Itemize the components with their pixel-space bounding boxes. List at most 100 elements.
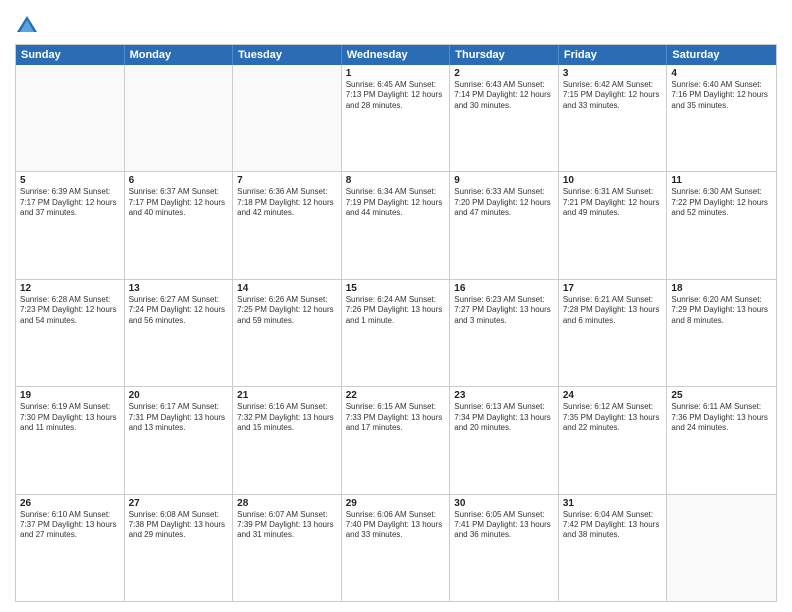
day-info: Sunrise: 6:16 AM Sunset: 7:32 PM Dayligh… [237, 402, 337, 433]
calendar-day-cell: 25Sunrise: 6:11 AM Sunset: 7:36 PM Dayli… [667, 387, 776, 493]
calendar-day-cell: 2Sunrise: 6:43 AM Sunset: 7:14 PM Daylig… [450, 65, 559, 171]
day-info: Sunrise: 6:05 AM Sunset: 7:41 PM Dayligh… [454, 510, 554, 541]
page: SundayMondayTuesdayWednesdayThursdayFrid… [0, 0, 792, 612]
day-number: 11 [671, 175, 772, 186]
day-number: 19 [20, 390, 120, 401]
calendar-day-cell: 9Sunrise: 6:33 AM Sunset: 7:20 PM Daylig… [450, 172, 559, 278]
logo-icon [15, 14, 39, 38]
calendar-day-cell: 1Sunrise: 6:45 AM Sunset: 7:13 PM Daylig… [342, 65, 451, 171]
day-info: Sunrise: 6:13 AM Sunset: 7:34 PM Dayligh… [454, 402, 554, 433]
day-number: 8 [346, 175, 446, 186]
day-info: Sunrise: 6:06 AM Sunset: 7:40 PM Dayligh… [346, 510, 446, 541]
day-info: Sunrise: 6:04 AM Sunset: 7:42 PM Dayligh… [563, 510, 663, 541]
day-info: Sunrise: 6:23 AM Sunset: 7:27 PM Dayligh… [454, 295, 554, 326]
day-info: Sunrise: 6:43 AM Sunset: 7:14 PM Dayligh… [454, 80, 554, 111]
day-info: Sunrise: 6:28 AM Sunset: 7:23 PM Dayligh… [20, 295, 120, 326]
day-info: Sunrise: 6:45 AM Sunset: 7:13 PM Dayligh… [346, 80, 446, 111]
day-info: Sunrise: 6:33 AM Sunset: 7:20 PM Dayligh… [454, 187, 554, 218]
calendar-day-cell: 19Sunrise: 6:19 AM Sunset: 7:30 PM Dayli… [16, 387, 125, 493]
day-number: 21 [237, 390, 337, 401]
calendar-day-cell: 31Sunrise: 6:04 AM Sunset: 7:42 PM Dayli… [559, 495, 668, 601]
day-info: Sunrise: 6:10 AM Sunset: 7:37 PM Dayligh… [20, 510, 120, 541]
day-number: 26 [20, 498, 120, 509]
day-number: 4 [671, 68, 772, 79]
calendar-header: SundayMondayTuesdayWednesdayThursdayFrid… [16, 45, 776, 65]
day-info: Sunrise: 6:34 AM Sunset: 7:19 PM Dayligh… [346, 187, 446, 218]
day-number: 7 [237, 175, 337, 186]
calendar-week-row: 5Sunrise: 6:39 AM Sunset: 7:17 PM Daylig… [16, 171, 776, 278]
day-number: 18 [671, 283, 772, 294]
day-info: Sunrise: 6:31 AM Sunset: 7:21 PM Dayligh… [563, 187, 663, 218]
day-number: 20 [129, 390, 229, 401]
day-number: 15 [346, 283, 446, 294]
calendar-day-cell [16, 65, 125, 171]
weekday-header: Friday [559, 45, 668, 65]
calendar-day-cell: 18Sunrise: 6:20 AM Sunset: 7:29 PM Dayli… [667, 280, 776, 386]
day-number: 25 [671, 390, 772, 401]
calendar-day-cell: 4Sunrise: 6:40 AM Sunset: 7:16 PM Daylig… [667, 65, 776, 171]
calendar-day-cell: 23Sunrise: 6:13 AM Sunset: 7:34 PM Dayli… [450, 387, 559, 493]
calendar-day-cell: 8Sunrise: 6:34 AM Sunset: 7:19 PM Daylig… [342, 172, 451, 278]
day-number: 13 [129, 283, 229, 294]
calendar-day-cell [125, 65, 234, 171]
calendar: SundayMondayTuesdayWednesdayThursdayFrid… [15, 44, 777, 602]
day-info: Sunrise: 6:07 AM Sunset: 7:39 PM Dayligh… [237, 510, 337, 541]
logo [15, 14, 41, 38]
day-number: 9 [454, 175, 554, 186]
calendar-day-cell: 28Sunrise: 6:07 AM Sunset: 7:39 PM Dayli… [233, 495, 342, 601]
day-info: Sunrise: 6:36 AM Sunset: 7:18 PM Dayligh… [237, 187, 337, 218]
day-info: Sunrise: 6:39 AM Sunset: 7:17 PM Dayligh… [20, 187, 120, 218]
day-number: 6 [129, 175, 229, 186]
calendar-day-cell: 22Sunrise: 6:15 AM Sunset: 7:33 PM Dayli… [342, 387, 451, 493]
day-info: Sunrise: 6:42 AM Sunset: 7:15 PM Dayligh… [563, 80, 663, 111]
day-info: Sunrise: 6:08 AM Sunset: 7:38 PM Dayligh… [129, 510, 229, 541]
weekday-header: Monday [125, 45, 234, 65]
day-number: 3 [563, 68, 663, 79]
day-number: 28 [237, 498, 337, 509]
calendar-day-cell: 11Sunrise: 6:30 AM Sunset: 7:22 PM Dayli… [667, 172, 776, 278]
day-number: 31 [563, 498, 663, 509]
day-info: Sunrise: 6:15 AM Sunset: 7:33 PM Dayligh… [346, 402, 446, 433]
day-info: Sunrise: 6:27 AM Sunset: 7:24 PM Dayligh… [129, 295, 229, 326]
calendar-day-cell: 29Sunrise: 6:06 AM Sunset: 7:40 PM Dayli… [342, 495, 451, 601]
calendar-week-row: 1Sunrise: 6:45 AM Sunset: 7:13 PM Daylig… [16, 65, 776, 171]
day-info: Sunrise: 6:24 AM Sunset: 7:26 PM Dayligh… [346, 295, 446, 326]
day-number: 5 [20, 175, 120, 186]
calendar-day-cell: 16Sunrise: 6:23 AM Sunset: 7:27 PM Dayli… [450, 280, 559, 386]
day-info: Sunrise: 6:26 AM Sunset: 7:25 PM Dayligh… [237, 295, 337, 326]
day-number: 24 [563, 390, 663, 401]
day-info: Sunrise: 6:21 AM Sunset: 7:28 PM Dayligh… [563, 295, 663, 326]
calendar-day-cell: 14Sunrise: 6:26 AM Sunset: 7:25 PM Dayli… [233, 280, 342, 386]
day-number: 29 [346, 498, 446, 509]
weekday-header: Saturday [667, 45, 776, 65]
calendar-day-cell: 30Sunrise: 6:05 AM Sunset: 7:41 PM Dayli… [450, 495, 559, 601]
day-number: 10 [563, 175, 663, 186]
calendar-day-cell [667, 495, 776, 601]
calendar-week-row: 12Sunrise: 6:28 AM Sunset: 7:23 PM Dayli… [16, 279, 776, 386]
calendar-week-row: 26Sunrise: 6:10 AM Sunset: 7:37 PM Dayli… [16, 494, 776, 601]
day-number: 23 [454, 390, 554, 401]
day-info: Sunrise: 6:40 AM Sunset: 7:16 PM Dayligh… [671, 80, 772, 111]
calendar-day-cell: 3Sunrise: 6:42 AM Sunset: 7:15 PM Daylig… [559, 65, 668, 171]
day-info: Sunrise: 6:19 AM Sunset: 7:30 PM Dayligh… [20, 402, 120, 433]
calendar-day-cell: 26Sunrise: 6:10 AM Sunset: 7:37 PM Dayli… [16, 495, 125, 601]
calendar-day-cell: 20Sunrise: 6:17 AM Sunset: 7:31 PM Dayli… [125, 387, 234, 493]
calendar-day-cell: 21Sunrise: 6:16 AM Sunset: 7:32 PM Dayli… [233, 387, 342, 493]
weekday-header: Wednesday [342, 45, 451, 65]
day-number: 1 [346, 68, 446, 79]
day-info: Sunrise: 6:37 AM Sunset: 7:17 PM Dayligh… [129, 187, 229, 218]
weekday-header: Tuesday [233, 45, 342, 65]
day-number: 22 [346, 390, 446, 401]
day-info: Sunrise: 6:20 AM Sunset: 7:29 PM Dayligh… [671, 295, 772, 326]
calendar-day-cell: 15Sunrise: 6:24 AM Sunset: 7:26 PM Dayli… [342, 280, 451, 386]
day-number: 12 [20, 283, 120, 294]
calendar-week-row: 19Sunrise: 6:19 AM Sunset: 7:30 PM Dayli… [16, 386, 776, 493]
calendar-day-cell: 7Sunrise: 6:36 AM Sunset: 7:18 PM Daylig… [233, 172, 342, 278]
weekday-header: Thursday [450, 45, 559, 65]
day-info: Sunrise: 6:11 AM Sunset: 7:36 PM Dayligh… [671, 402, 772, 433]
calendar-day-cell: 17Sunrise: 6:21 AM Sunset: 7:28 PM Dayli… [559, 280, 668, 386]
header [15, 10, 777, 38]
day-number: 16 [454, 283, 554, 294]
day-number: 14 [237, 283, 337, 294]
day-number: 17 [563, 283, 663, 294]
